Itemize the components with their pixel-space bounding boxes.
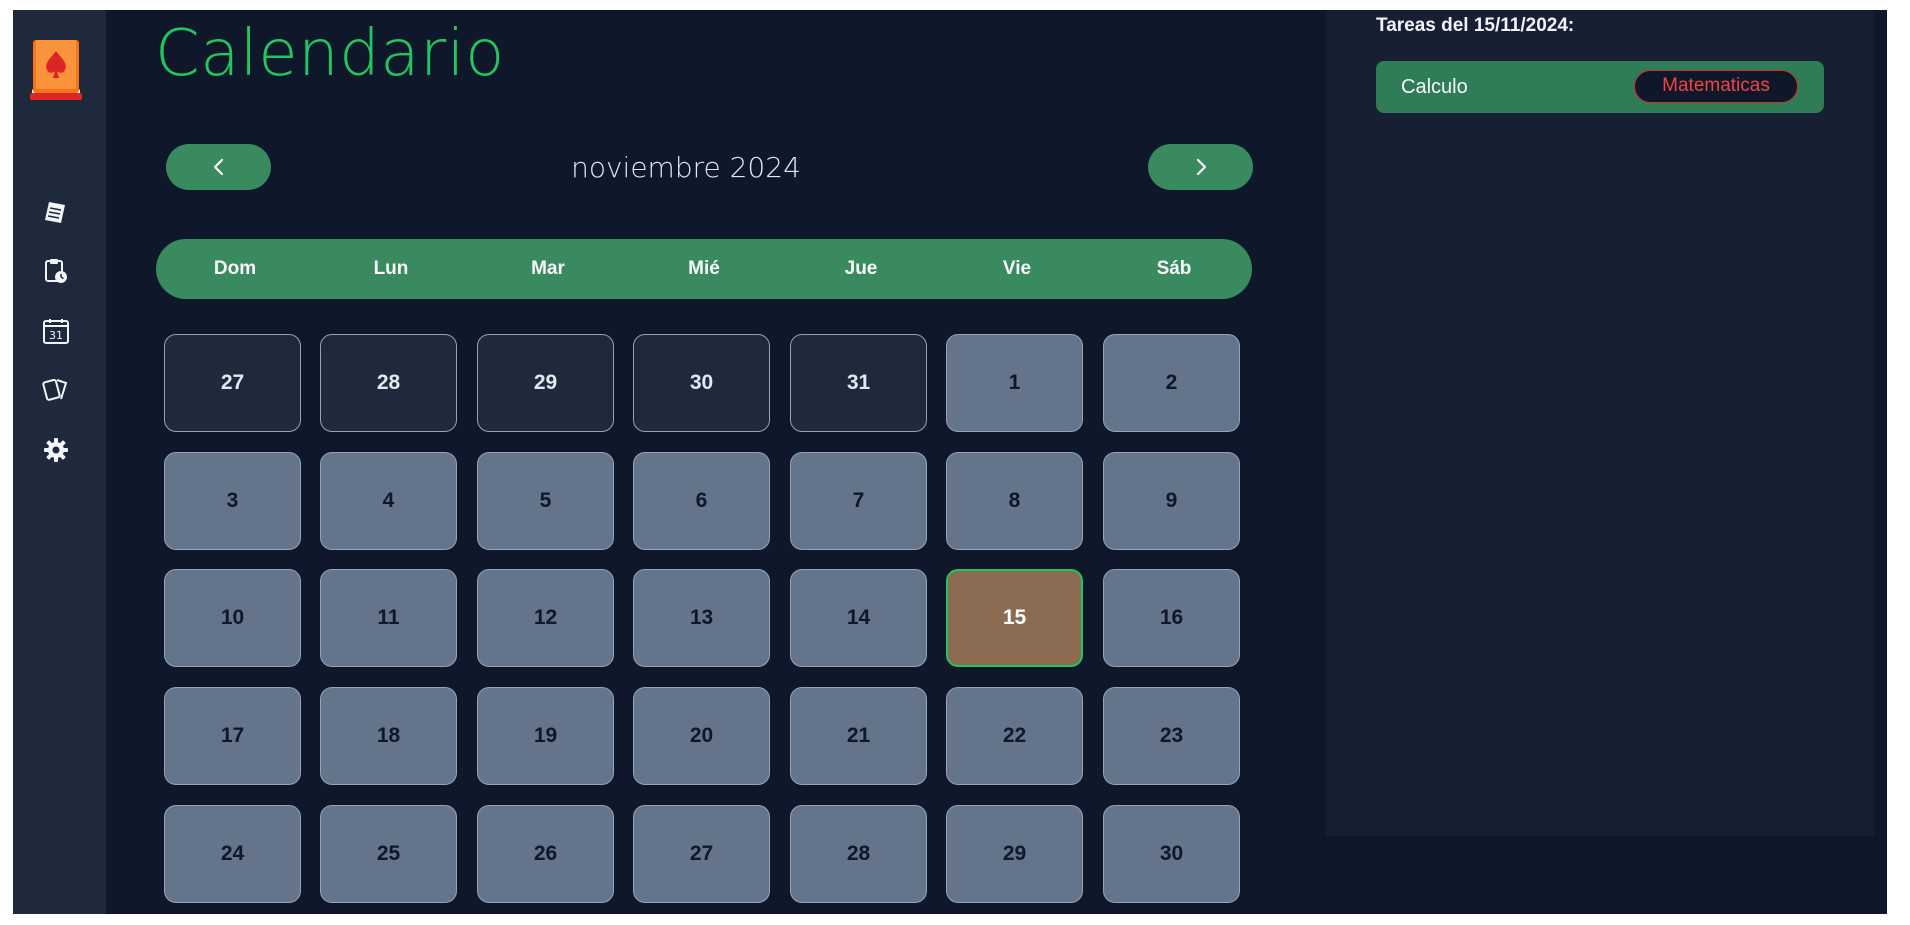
day-cell[interactable]: 8: [946, 452, 1083, 550]
day-cell[interactable]: 14: [790, 569, 927, 667]
calendar-main: Calendario noviembre 2024 Dom Lun Mar Mi…: [106, 10, 1338, 914]
weekday-sab: Sáb: [1156, 258, 1192, 279]
app-logo[interactable]: [30, 37, 82, 102]
weekday-dom: Dom: [213, 258, 257, 279]
day-cell[interactable]: 1: [946, 334, 1083, 432]
day-cell[interactable]: 31: [790, 334, 927, 432]
day-cell[interactable]: 23: [1103, 687, 1240, 785]
day-cell[interactable]: 9: [1103, 452, 1240, 550]
day-cell[interactable]: 27: [164, 334, 301, 432]
day-cell[interactable]: 16: [1103, 569, 1240, 667]
day-cell[interactable]: 28: [320, 334, 457, 432]
day-cell[interactable]: 13: [633, 569, 770, 667]
task-subject-badge: Matematicas: [1634, 70, 1798, 103]
day-cell[interactable]: 17: [164, 687, 301, 785]
day-cell[interactable]: 11: [320, 569, 457, 667]
day-cell[interactable]: 19: [477, 687, 614, 785]
chevron-left-icon: [213, 158, 223, 176]
day-cell[interactable]: 6: [633, 452, 770, 550]
task-name: Calculo: [1401, 76, 1468, 98]
page-title: Calendario: [155, 17, 505, 91]
day-cell[interactable]: 5: [477, 452, 614, 550]
task-card[interactable]: Calculo Matematicas: [1376, 61, 1824, 113]
weekday-lun: Lun: [373, 258, 409, 279]
day-cell[interactable]: 29: [477, 334, 614, 432]
cards-icon[interactable]: [41, 374, 71, 404]
clipboard-clock-icon[interactable]: [41, 256, 71, 286]
day-cell[interactable]: 3: [164, 452, 301, 550]
day-cell[interactable]: 29: [946, 805, 1083, 903]
day-cell[interactable]: 7: [790, 452, 927, 550]
day-cell[interactable]: 24: [164, 805, 301, 903]
calendar-31-icon[interactable]: 31: [41, 316, 71, 346]
day-cell[interactable]: 28: [790, 805, 927, 903]
day-cell[interactable]: 26: [477, 805, 614, 903]
gear-icon[interactable]: [41, 435, 71, 465]
day-cell[interactable]: 20: [633, 687, 770, 785]
weekday-mar: Mar: [531, 258, 565, 279]
tasks-panel: Tareas del 15/11/2024: Calculo Matematic…: [1326, 10, 1874, 836]
day-cell-selected[interactable]: 15: [946, 569, 1083, 667]
day-cell[interactable]: 25: [320, 805, 457, 903]
day-cell[interactable]: 30: [1103, 805, 1240, 903]
day-cell[interactable]: 22: [946, 687, 1083, 785]
next-month-button[interactable]: [1148, 144, 1253, 190]
day-cell[interactable]: 4: [320, 452, 457, 550]
weekday-header: Dom Lun Mar Mié Jue Vie Sáb: [156, 239, 1252, 299]
svg-text:31: 31: [49, 329, 63, 342]
day-cell[interactable]: 10: [164, 569, 301, 667]
day-cell[interactable]: 30: [633, 334, 770, 432]
tasks-heading: Tareas del 15/11/2024:: [1376, 15, 1575, 36]
prev-month-button[interactable]: [166, 144, 271, 190]
month-label: noviembre 2024: [571, 151, 801, 184]
day-cell[interactable]: 2: [1103, 334, 1240, 432]
weekday-vie: Vie: [1002, 258, 1032, 279]
day-cell[interactable]: 12: [477, 569, 614, 667]
day-cell[interactable]: 27: [633, 805, 770, 903]
notes-icon[interactable]: [41, 197, 71, 227]
chevron-right-icon: [1196, 158, 1206, 176]
day-cell[interactable]: 18: [320, 687, 457, 785]
app-window: 31 Calendario noviembre 2024 Dom Lun Mar…: [13, 10, 1887, 914]
weekday-mie: Mié: [688, 258, 720, 279]
weekday-jue: Jue: [844, 258, 878, 279]
day-cell[interactable]: 21: [790, 687, 927, 785]
sidebar: 31: [13, 10, 106, 914]
